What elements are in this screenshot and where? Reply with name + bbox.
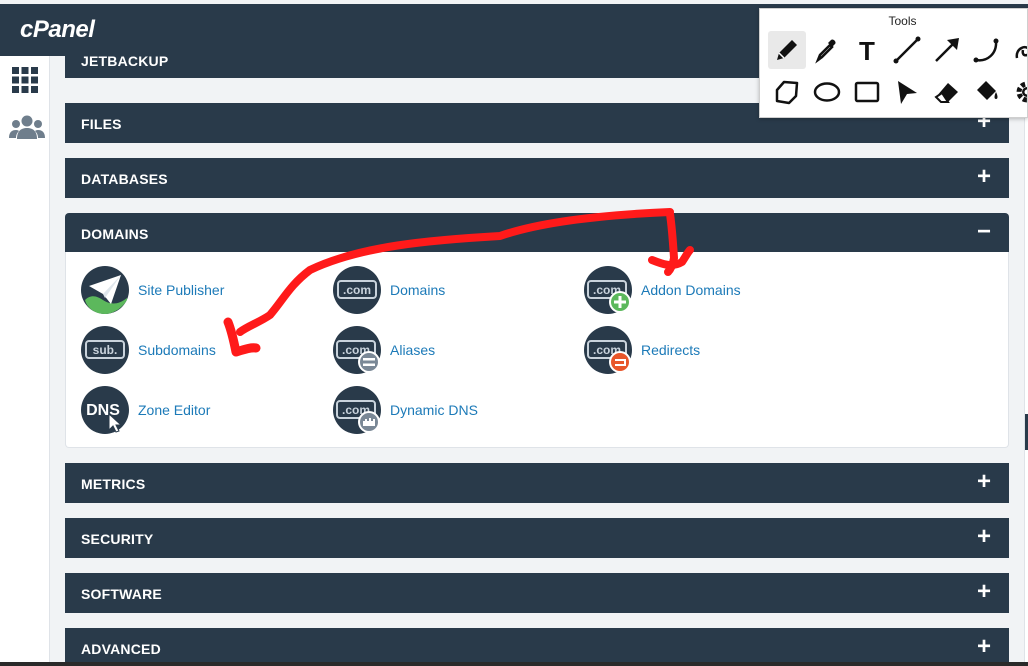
tools-title: Tools [888, 14, 917, 28]
dynamic-dns-link[interactable]: .com Dynamic DNS [333, 386, 563, 434]
svg-text:DNS: DNS [86, 402, 120, 419]
com-dynamic-icon: .com [333, 386, 381, 434]
expand-icon[interactable]: + [977, 523, 991, 551]
expand-icon[interactable]: + [977, 163, 991, 191]
svg-text:sub.: sub. [93, 343, 118, 357]
addon-domains-link[interactable]: .com Addon Domains [584, 266, 814, 314]
arrow-icon[interactable] [928, 31, 966, 69]
expand-icon[interactable]: + [977, 578, 991, 606]
taskbar-edge [0, 662, 1028, 666]
panel-metrics-header[interactable]: METRICS + [65, 463, 1009, 503]
fill-bucket-icon[interactable] [968, 73, 1006, 111]
panel-title: DOMAINS [81, 226, 149, 242]
rectangle-icon[interactable] [848, 73, 886, 111]
panel-advanced-header[interactable]: ADVANCED + [65, 628, 1009, 666]
freehand-icon[interactable] [1008, 31, 1027, 69]
item-label: Redirects [641, 342, 701, 358]
subdomains-link[interactable]: sub. Subdomains [81, 326, 311, 374]
panel-title: METRICS [81, 476, 146, 492]
panel-domains-body: Site Publisher .com Domains .com Addon D… [65, 252, 1009, 448]
expand-icon[interactable]: + [977, 633, 991, 661]
settings-icon[interactable] [1008, 73, 1027, 111]
svg-text:T: T [859, 36, 875, 64]
panel-security-header[interactable]: SECURITY + [65, 518, 1009, 558]
com-icon: .com [333, 266, 381, 314]
cpanel-logo[interactable]: cPanel [20, 16, 95, 44]
panel-title: FILES [81, 116, 122, 132]
item-label: Dynamic DNS [390, 402, 478, 418]
grid-icon[interactable] [9, 64, 41, 96]
panel-title: SOFTWARE [81, 586, 162, 602]
item-label: Subdomains [138, 342, 216, 358]
panel-title: SECURITY [81, 531, 154, 547]
domains-link[interactable]: .com Domains [333, 266, 563, 314]
com-plus-icon: .com [584, 266, 632, 314]
ellipse-icon[interactable] [808, 73, 846, 111]
site-publisher-link[interactable]: Site Publisher [81, 266, 311, 314]
item-label: Addon Domains [641, 282, 741, 298]
aliases-link[interactable]: .com Aliases [333, 326, 563, 374]
sub-icon: sub. [81, 326, 129, 374]
panel-title: DATABASES [81, 171, 168, 187]
zone-editor-link[interactable]: DNS Zone Editor [81, 386, 311, 434]
main-content: JETBACKUP FILES + DATABASES + DOMAINS − … [65, 48, 1010, 666]
paper-plane-icon [81, 266, 129, 314]
dns-icon: DNS [81, 386, 129, 434]
panel-title: JETBACKUP [81, 53, 169, 69]
panel-databases-header[interactable]: DATABASES + [65, 158, 1009, 198]
curve-icon[interactable] [968, 31, 1006, 69]
eraser-icon[interactable] [928, 73, 966, 111]
redirects-link[interactable]: .com Redirects [584, 326, 814, 374]
item-label: Aliases [390, 342, 436, 358]
item-label: Site Publisher [138, 282, 225, 298]
right-panel-edge [1024, 118, 1028, 666]
text-icon[interactable]: T [848, 31, 886, 69]
users-icon[interactable] [9, 112, 45, 144]
line-icon[interactable] [888, 31, 926, 69]
eyedropper-icon[interactable] [808, 31, 846, 69]
panel-domains-header[interactable]: DOMAINS − [65, 213, 1009, 253]
com-redirect-icon: .com [584, 326, 632, 374]
polygon-icon[interactable] [768, 73, 806, 111]
pencil-icon[interactable] [768, 31, 806, 69]
pointer-icon[interactable] [888, 73, 926, 111]
svg-text:.com: .com [343, 283, 371, 297]
panel-title: ADVANCED [81, 641, 161, 657]
item-label: Zone Editor [138, 402, 211, 418]
left-sidebar [0, 56, 50, 666]
com-equals-icon: .com [333, 326, 381, 374]
tools-palette: Tools T [759, 8, 1028, 118]
expand-icon[interactable]: + [977, 468, 991, 496]
item-label: Domains [390, 282, 446, 298]
panel-software-header[interactable]: SOFTWARE + [65, 573, 1009, 613]
collapse-icon[interactable]: − [977, 218, 991, 246]
